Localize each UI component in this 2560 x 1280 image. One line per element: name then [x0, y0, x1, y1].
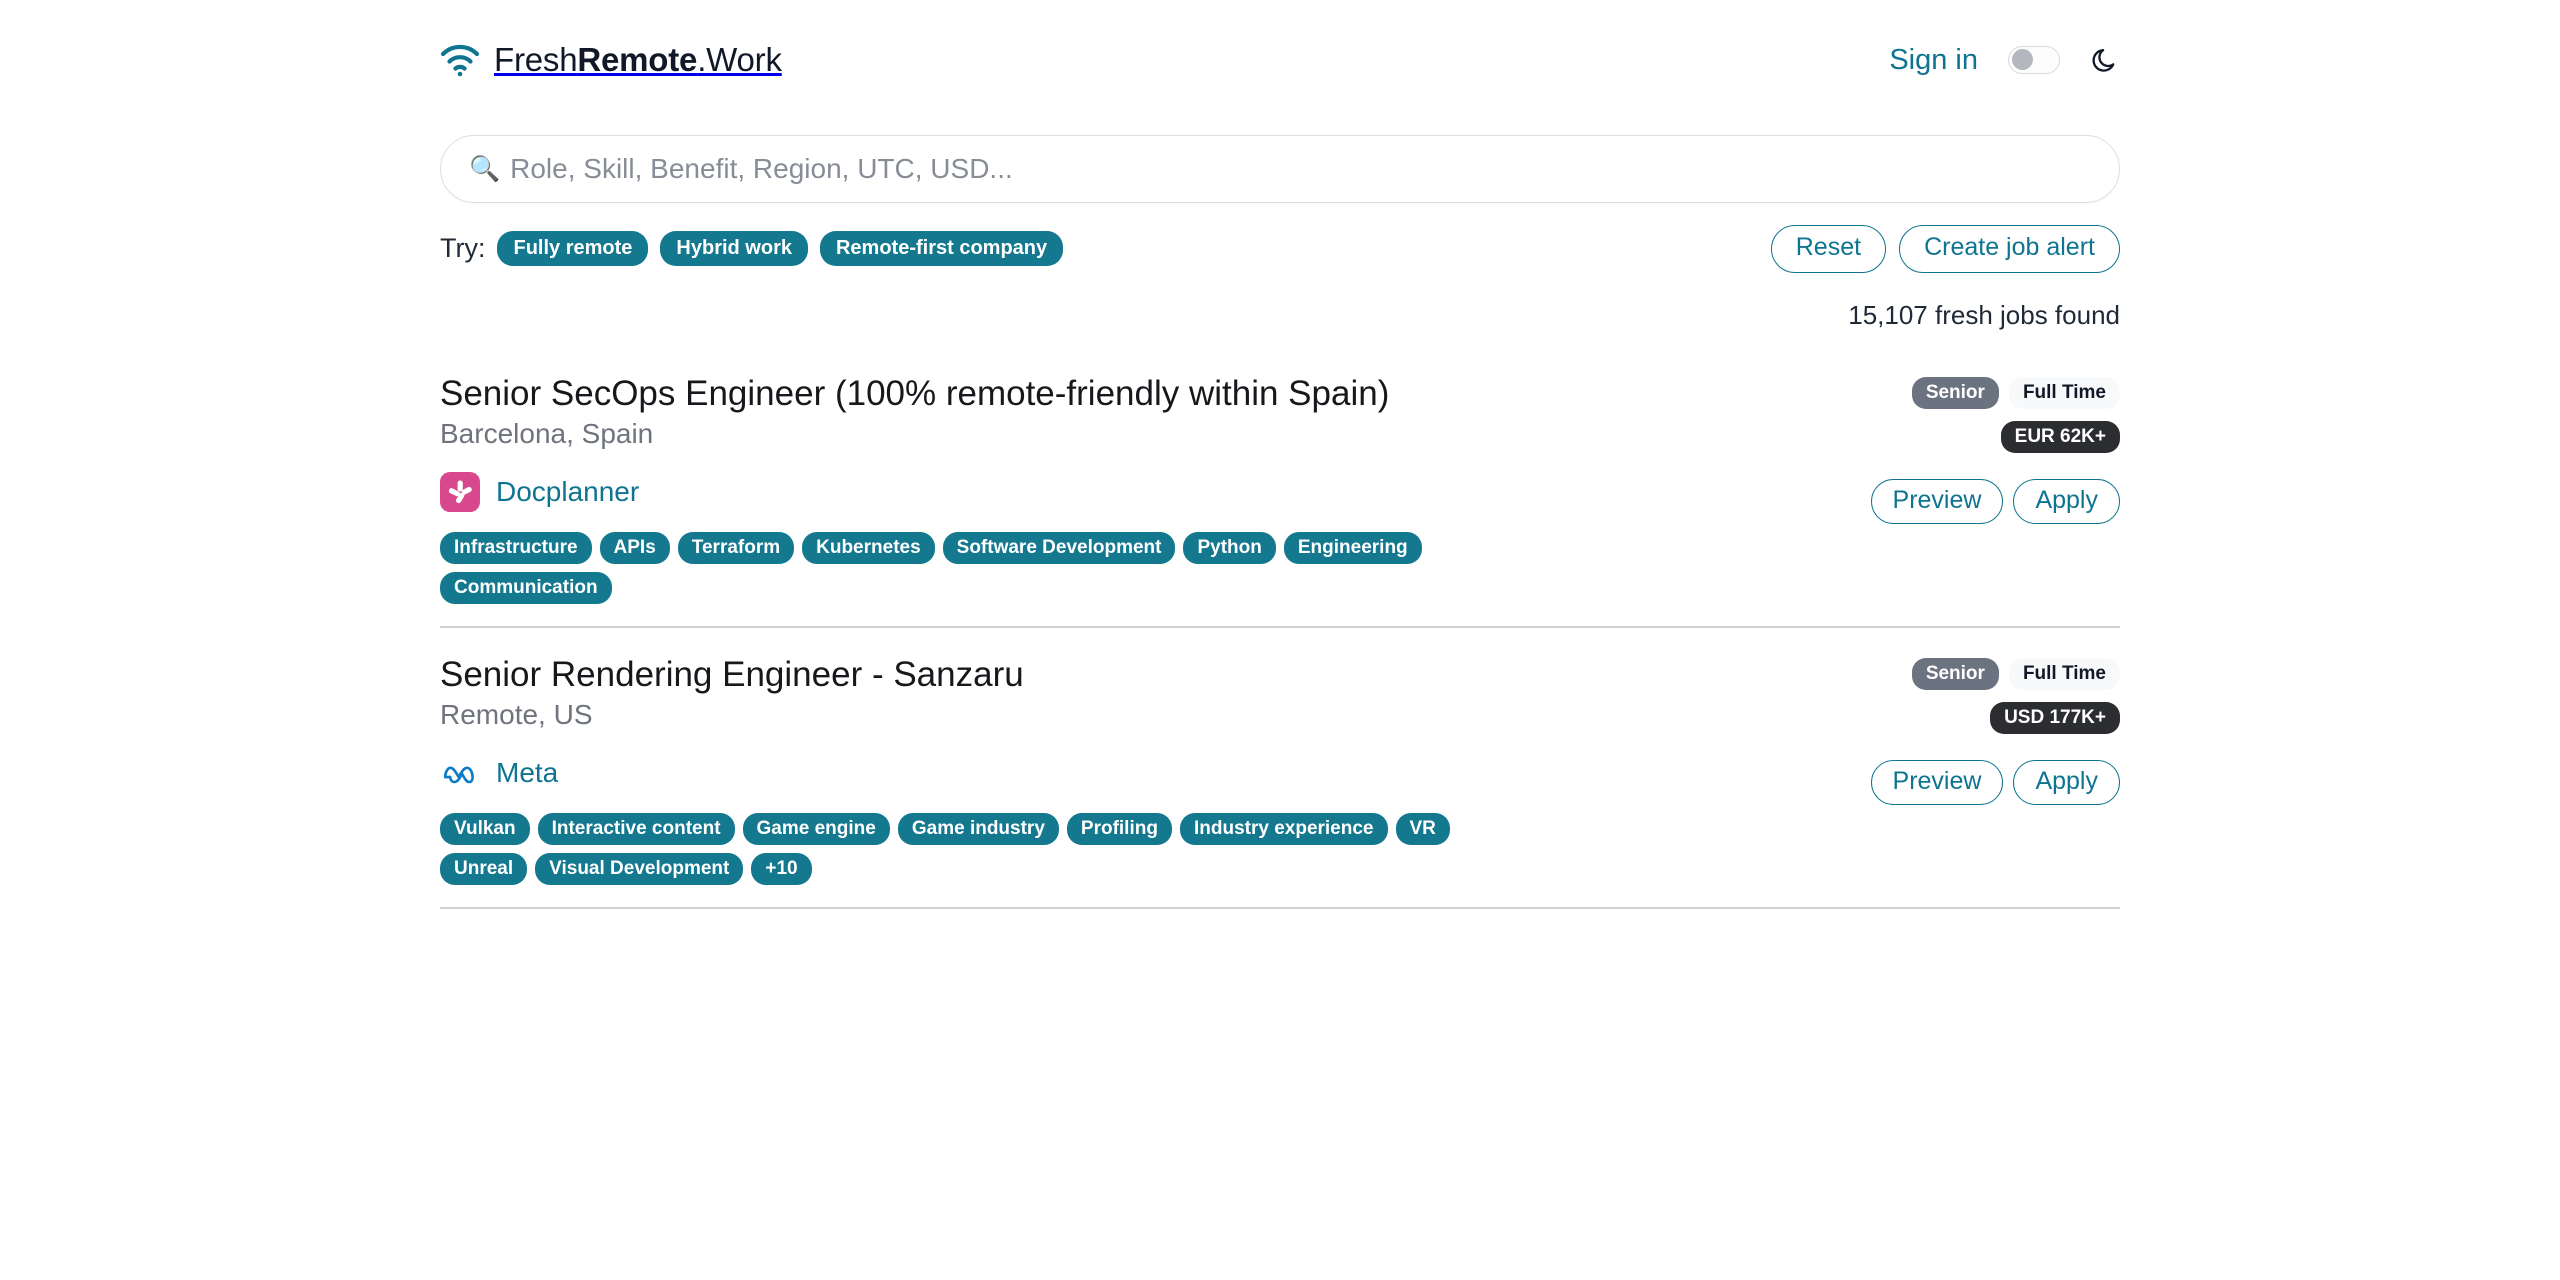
try-label: Try:: [440, 233, 486, 264]
job-title[interactable]: Senior SecOps Engineer (100% remote-frie…: [440, 373, 1460, 414]
job-tag-more[interactable]: +10: [751, 853, 812, 886]
create-job-alert-button[interactable]: Create job alert: [1899, 225, 2120, 273]
wifi-icon: [440, 43, 480, 77]
seniority-badge: Senior: [1911, 376, 1999, 409]
brand-name: FreshRemote.Work: [494, 41, 782, 79]
page-container: FreshRemote.Work Sign in 🔍 Role, Skill, …: [440, 0, 2120, 910]
brand-bold: Remote: [577, 41, 698, 78]
job-tag[interactable]: Software Development: [942, 531, 1176, 564]
job-title[interactable]: Senior Rendering Engineer - Sanzaru: [440, 654, 1460, 695]
job-location: Remote, US: [440, 699, 593, 731]
search-icon: 🔍: [469, 154, 501, 183]
job-tag[interactable]: Game industry: [897, 813, 1059, 846]
results-count: 15,107 fresh jobs found: [1848, 299, 2120, 330]
job-card[interactable]: Senior Rendering Engineer - Sanzaru Remo…: [440, 650, 2120, 910]
job-actions: Preview Apply: [1870, 478, 2120, 524]
job-badges: Senior Full Time: [1911, 657, 2120, 690]
search-box[interactable]: 🔍: [440, 135, 2120, 203]
job-tag[interactable]: Visual Development: [535, 853, 744, 886]
meta-logo-icon: [440, 753, 480, 793]
suggestion-chips: Try: Fully remote Hybrid work Remote-fir…: [440, 231, 1064, 267]
reset-button[interactable]: Reset: [1770, 225, 1887, 273]
page-root: FreshRemote.Work Sign in 🔍 Role, Skill, …: [0, 0, 2560, 1280]
brand-prefix: Fresh: [494, 41, 578, 78]
employment-type-badge: Full Time: [2008, 376, 2120, 409]
search-input[interactable]: [510, 153, 2091, 185]
header-actions: Sign in: [1889, 44, 2120, 77]
preview-button[interactable]: Preview: [1870, 478, 2004, 524]
seniority-badge: Senior: [1911, 657, 1999, 690]
brand-suffix: .Work: [697, 41, 782, 78]
suggestion-chip-hybrid-work[interactable]: Hybrid work: [660, 231, 808, 267]
job-tag[interactable]: Engineering: [1283, 531, 1422, 564]
job-tag[interactable]: Kubernetes: [802, 531, 935, 564]
company-name-link[interactable]: Meta: [496, 757, 558, 789]
filter-actions: Reset Create job alert: [1770, 225, 2120, 273]
job-tag[interactable]: Communication: [440, 571, 612, 604]
job-tag[interactable]: Profiling: [1066, 813, 1172, 846]
job-card[interactable]: Senior SecOps Engineer (100% remote-frie…: [440, 369, 2120, 628]
job-list: Senior SecOps Engineer (100% remote-frie…: [440, 369, 2120, 910]
theme-toggle-knob: [2012, 49, 2033, 70]
company-row: Meta: [440, 753, 1560, 793]
job-tag[interactable]: Terraform: [677, 531, 795, 564]
suggestion-chip-fully-remote[interactable]: Fully remote: [497, 231, 649, 267]
salary-badge: USD 177K+: [1990, 701, 2120, 734]
job-location: Barcelona, Spain: [440, 417, 654, 449]
job-tags: Vulkan Interactive content Game engine G…: [440, 813, 1540, 886]
filter-row: Try: Fully remote Hybrid work Remote-fir…: [440, 225, 2120, 273]
search-section: 🔍: [440, 135, 2120, 203]
job-meta: Senior Full Time USD 177K+ Preview Apply: [1680, 650, 2120, 806]
job-tag[interactable]: VR: [1395, 813, 1450, 846]
preview-button[interactable]: Preview: [1870, 759, 2004, 806]
job-main: Senior SecOps Engineer (100% remote-frie…: [440, 369, 1560, 604]
company-row: Docplanner: [440, 471, 1560, 512]
moon-icon[interactable]: [2090, 45, 2120, 75]
job-main: Senior Rendering Engineer - Sanzaru Remo…: [440, 650, 1560, 886]
job-tag[interactable]: Industry experience: [1179, 813, 1388, 846]
job-tag[interactable]: Vulkan: [440, 813, 530, 846]
job-actions: Preview Apply: [1870, 759, 2120, 806]
employment-type-badge: Full Time: [2008, 657, 2120, 690]
job-meta: Senior Full Time EUR 62K+ Preview Apply: [1680, 369, 2120, 524]
job-tag[interactable]: Interactive content: [537, 813, 735, 846]
apply-button[interactable]: Apply: [2013, 759, 2120, 806]
suggestion-chip-remote-first-company[interactable]: Remote-first company: [819, 231, 1064, 267]
site-header: FreshRemote.Work Sign in: [440, 0, 2120, 90]
docplanner-logo-icon: [440, 471, 480, 512]
job-tag[interactable]: Python: [1183, 531, 1276, 564]
job-tag[interactable]: Infrastructure: [440, 531, 592, 564]
job-tag[interactable]: Unreal: [440, 853, 528, 886]
job-tags: Infrastructure APIs Terraform Kubernetes…: [440, 531, 1540, 604]
job-badges: Senior Full Time: [1911, 376, 2120, 409]
apply-button[interactable]: Apply: [2013, 478, 2120, 524]
brand-logo-link[interactable]: FreshRemote.Work: [440, 41, 782, 79]
sign-in-link[interactable]: Sign in: [1889, 44, 1978, 77]
job-tag[interactable]: Game engine: [742, 813, 890, 846]
job-tag[interactable]: APIs: [599, 531, 670, 564]
company-name-link[interactable]: Docplanner: [496, 476, 639, 508]
theme-toggle-switch[interactable]: [2008, 46, 2060, 74]
salary-badge: EUR 62K+: [2000, 420, 2120, 453]
